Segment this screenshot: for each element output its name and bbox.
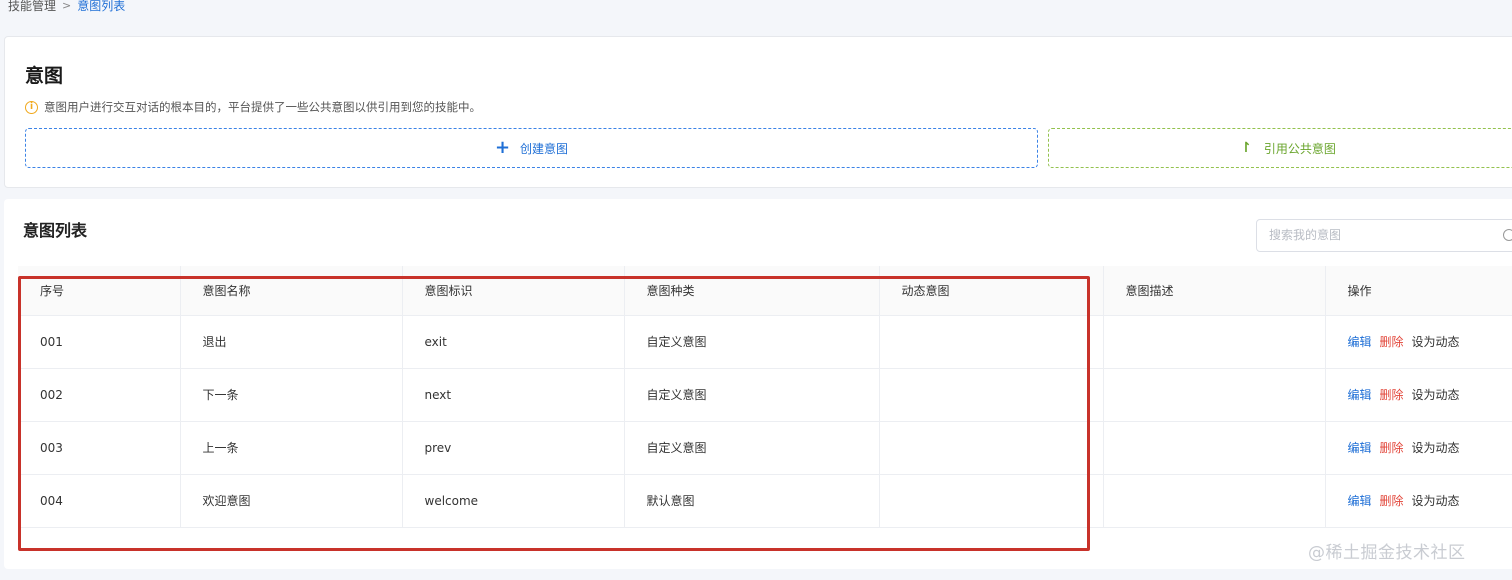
table-row: 003 上一条 prev 自定义意图 编辑 删除 设为动态 <box>18 421 1512 475</box>
cell-id: next <box>402 368 625 422</box>
cell-actions: 编辑 删除 设为动态 <box>1325 368 1512 422</box>
cell-no: 002 <box>18 368 181 422</box>
set-dynamic-button[interactable]: 设为动态 <box>1412 441 1460 455</box>
cell-desc <box>1103 474 1326 528</box>
breadcrumb-root[interactable]: 技能管理 <box>8 0 56 14</box>
column-header-actions: 操作 <box>1325 266 1512 316</box>
plus-icon: + <box>494 137 511 158</box>
cell-actions: 编辑 删除 设为动态 <box>1325 474 1512 528</box>
intent-table: 序号 意图名称 意图标识 意图种类 动态意图 意图描述 操作 001 退出 ex… <box>18 266 1512 528</box>
edit-button[interactable]: 编辑 <box>1348 388 1372 402</box>
cell-kind: 默认意图 <box>624 474 880 528</box>
cell-desc <box>1103 315 1326 369</box>
create-intent-label: 创建意图 <box>520 141 569 156</box>
intent-header-card: 意图 i 意图用户进行交互对话的根本目的，平台提供了一些公共意图以供引用到您的技… <box>4 36 1512 188</box>
delete-button[interactable]: 删除 <box>1380 388 1404 402</box>
cell-kind: 自定义意图 <box>624 368 880 422</box>
cell-name: 退出 <box>180 315 403 369</box>
cell-kind: 自定义意图 <box>624 421 880 475</box>
reference-intent-label: 引用公共意图 <box>1263 141 1336 156</box>
set-dynamic-button[interactable]: 设为动态 <box>1412 388 1460 402</box>
delete-button[interactable]: 删除 <box>1380 441 1404 455</box>
cell-desc <box>1103 421 1326 475</box>
edit-button[interactable]: 编辑 <box>1348 494 1372 508</box>
table-header-row: 序号 意图名称 意图标识 意图种类 动态意图 意图描述 操作 <box>18 266 1512 316</box>
column-header-kind: 意图种类 <box>624 266 880 316</box>
search-box <box>1256 219 1512 252</box>
cell-name: 欢迎意图 <box>180 474 403 528</box>
cell-id: welcome <box>402 474 625 528</box>
intent-list-card: 意图列表 序号 意图名称 意图标识 意图种类 动态意图 意图描述 操作 <box>4 199 1512 569</box>
cell-id: exit <box>402 315 625 369</box>
hint-text-row: i 意图用户进行交互对话的根本目的，平台提供了一些公共意图以供引用到您的技能中。 <box>25 99 481 115</box>
list-title: 意图列表 <box>23 221 88 240</box>
cell-actions: 编辑 删除 设为动态 <box>1325 421 1512 475</box>
set-dynamic-button[interactable]: 设为动态 <box>1412 494 1460 508</box>
cell-actions: 编辑 删除 设为动态 <box>1325 315 1512 369</box>
reference-public-intent-button[interactable]: ↾ 引用公共意图 <box>1048 128 1512 168</box>
cell-dynamic <box>879 421 1104 475</box>
delete-button[interactable]: 删除 <box>1380 494 1404 508</box>
cell-name: 下一条 <box>180 368 403 422</box>
cell-dynamic <box>879 368 1104 422</box>
cell-no: 001 <box>18 315 181 369</box>
delete-button[interactable]: 删除 <box>1380 335 1404 349</box>
breadcrumb-current: 意图列表 <box>77 0 126 13</box>
set-dynamic-button[interactable]: 设为动态 <box>1412 335 1460 349</box>
reference-icon: ↾ <box>1240 140 1252 156</box>
breadcrumb: 技能管理 > 意图列表 <box>8 0 125 13</box>
cell-desc <box>1103 368 1326 422</box>
search-input[interactable] <box>1269 228 1489 242</box>
cell-no: 004 <box>18 474 181 528</box>
cell-id: prev <box>402 421 625 475</box>
edit-button[interactable]: 编辑 <box>1348 441 1372 455</box>
page: 技能管理 > 意图列表 意图 i 意图用户进行交互对话的根本目的，平台提供了一些… <box>0 0 1512 580</box>
column-header-dynamic: 动态意图 <box>879 266 1104 316</box>
breadcrumb-separator: > <box>62 0 72 12</box>
table-row: 001 退出 exit 自定义意图 编辑 删除 设为动态 <box>18 315 1512 369</box>
cell-no: 003 <box>18 421 181 475</box>
search-icon[interactable] <box>1503 229 1512 241</box>
column-header-desc: 意图描述 <box>1103 266 1326 316</box>
cell-dynamic <box>879 315 1104 369</box>
edit-button[interactable]: 编辑 <box>1348 335 1372 349</box>
create-intent-button[interactable]: + 创建意图 <box>25 128 1038 168</box>
hint-text: 意图用户进行交互对话的根本目的，平台提供了一些公共意图以供引用到您的技能中。 <box>44 100 481 114</box>
column-header-no: 序号 <box>18 266 181 316</box>
watermark: @稀土掘金技术社区 <box>1308 543 1466 563</box>
cell-kind: 自定义意图 <box>624 315 880 369</box>
info-icon: i <box>25 100 38 114</box>
column-header-id: 意图标识 <box>402 266 625 316</box>
table-row: 004 欢迎意图 welcome 默认意图 编辑 删除 设为动态 <box>18 474 1512 528</box>
table-row: 002 下一条 next 自定义意图 编辑 删除 设为动态 <box>18 368 1512 422</box>
page-title: 意图 <box>25 65 64 87</box>
cell-dynamic <box>879 474 1104 528</box>
column-header-name: 意图名称 <box>180 266 403 316</box>
cell-name: 上一条 <box>180 421 403 475</box>
